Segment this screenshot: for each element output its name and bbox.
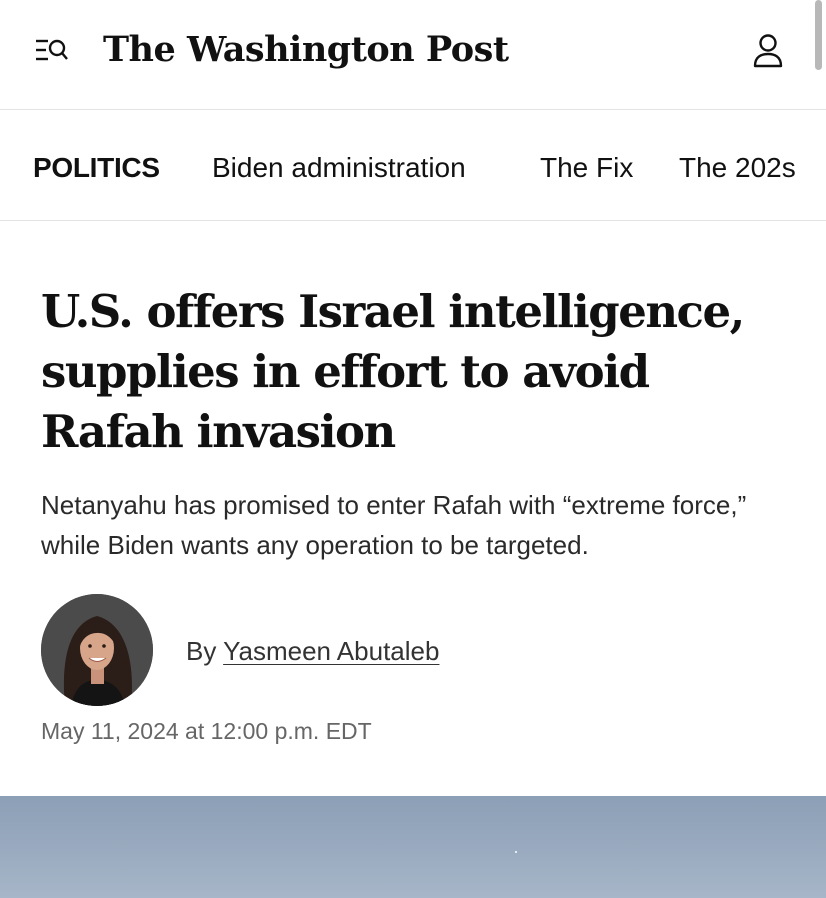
site-logo[interactable]: The Washington Post: [103, 22, 509, 78]
section-nav: POLITICS Biden administration The Fix Th…: [0, 110, 826, 221]
article-headline: U.S. offers Israel intelligence, supplie…: [41, 285, 745, 458]
section-label-politics[interactable]: POLITICS: [33, 150, 160, 186]
site-header: The Washington Post: [0, 0, 826, 110]
menu-search-icon[interactable]: [34, 36, 70, 66]
nav-item-biden-administration[interactable]: Biden administration: [212, 150, 466, 186]
author-portrait: [41, 594, 153, 706]
user-account-icon[interactable]: [752, 33, 784, 69]
byline: By Yasmeen Abutaleb: [186, 634, 439, 668]
scrollbar-thumb[interactable]: [815, 0, 822, 70]
publish-timestamp: May 11, 2024 at 12:00 p.m. EDT: [41, 718, 372, 744]
nav-item-the-202s[interactable]: The 202s: [679, 150, 796, 186]
article-dek: Netanyahu has promised to enter Rafah wi…: [41, 490, 747, 560]
hero-image-detail: [515, 851, 517, 853]
nav-item-the-fix[interactable]: The Fix: [540, 150, 633, 186]
byline-prefix: By: [186, 636, 217, 666]
article-hero-image: [0, 796, 826, 898]
author-link[interactable]: Yasmeen Abutaleb: [223, 636, 439, 666]
author-avatar[interactable]: [41, 594, 153, 706]
